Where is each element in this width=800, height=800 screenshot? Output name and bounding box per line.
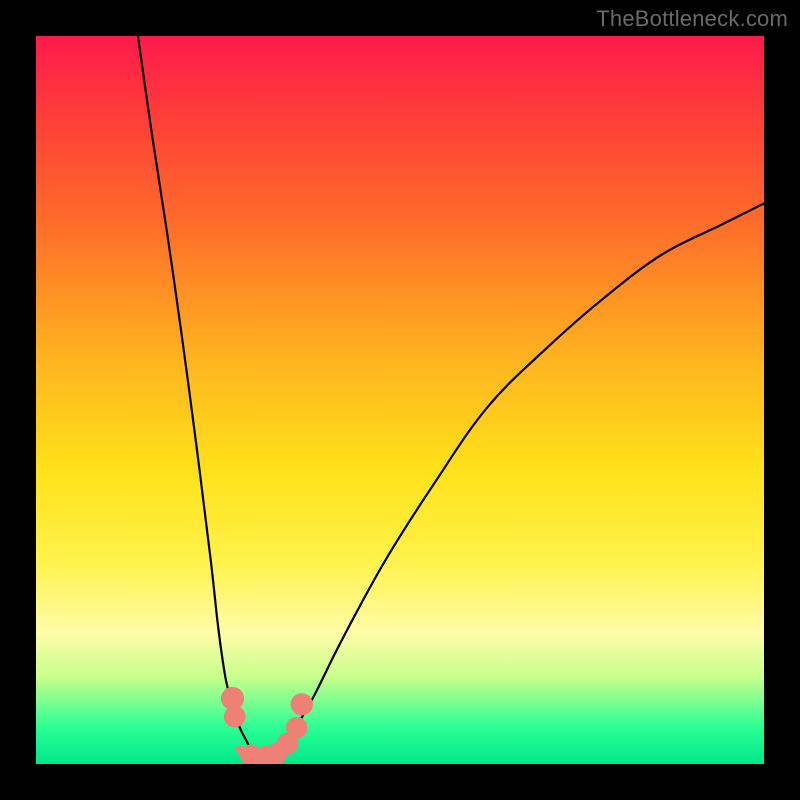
series-left-curve xyxy=(138,36,254,757)
series-right-curve xyxy=(276,203,764,756)
marker-left-dot-lower xyxy=(224,706,246,728)
chart-markers xyxy=(221,687,313,764)
chart-frame: TheBottleneck.com xyxy=(0,0,800,800)
chart-lines xyxy=(138,36,764,757)
marker-right-dot-upper xyxy=(291,693,313,715)
chart-svg xyxy=(36,36,764,764)
watermark-text: TheBottleneck.com xyxy=(596,6,788,32)
chart-plot-area xyxy=(36,36,764,764)
marker-right-dot-2 xyxy=(286,717,308,739)
